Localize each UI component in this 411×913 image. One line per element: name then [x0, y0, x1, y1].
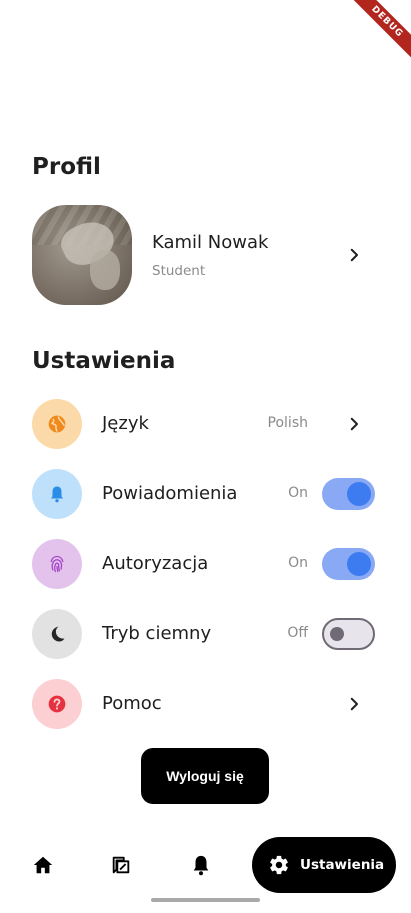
setting-row-authorization: Autoryzacja On: [32, 539, 380, 589]
help-icon: [32, 679, 82, 729]
dark-mode-toggle[interactable]: [322, 618, 375, 650]
setting-label-notifications: Powiadomienia: [102, 483, 238, 504]
authorization-toggle[interactable]: [322, 548, 375, 580]
nav-settings-tab[interactable]: Ustawienia: [252, 837, 396, 893]
setting-value-authorization: On: [288, 555, 308, 571]
setting-value-language: Polish: [267, 415, 308, 431]
setting-value-notifications: On: [288, 485, 308, 501]
logout-button[interactable]: Wyloguj się: [141, 748, 269, 804]
home-icon[interactable]: [32, 854, 54, 876]
globe-icon: [32, 399, 82, 449]
setting-value-dark-mode: Off: [287, 625, 308, 641]
settings-gear-icon: [270, 855, 288, 875]
setting-row-help[interactable]: Pomoc: [32, 679, 380, 729]
profile-card[interactable]: Kamil Nowak Student: [32, 205, 380, 305]
chevron-right-icon[interactable]: [345, 695, 363, 713]
moon-icon: [32, 609, 82, 659]
notifications-toggle[interactable]: [322, 478, 375, 510]
fingerprint-icon: [32, 539, 82, 589]
bell-icon: [32, 469, 82, 519]
avatar: [32, 205, 132, 305]
chevron-right-icon[interactable]: [345, 246, 363, 264]
setting-row-dark-mode: Tryb ciemny Off: [32, 609, 380, 659]
debug-banner: DEBUG: [341, 0, 411, 70]
bottom-navigation: Ustawienia: [0, 830, 411, 900]
settings-section-title: Ustawienia: [32, 348, 176, 374]
debug-banner-label: DEBUG: [345, 0, 411, 64]
home-indicator: [151, 898, 260, 902]
nav-settings-label: Ustawienia: [300, 857, 385, 873]
setting-label-help: Pomoc: [102, 693, 162, 714]
setting-label-dark-mode: Tryb ciemny: [102, 623, 212, 644]
notifications-icon[interactable]: [190, 854, 212, 876]
setting-label-authorization: Autoryzacja: [102, 553, 209, 574]
profile-section-title: Profil: [32, 154, 101, 180]
setting-label-language: Język: [102, 413, 149, 434]
setting-row-language[interactable]: Język Polish: [32, 399, 380, 449]
setting-row-notifications: Powiadomienia On: [32, 469, 380, 519]
profile-name: Kamil Nowak: [152, 232, 269, 253]
book-icon[interactable]: [110, 854, 132, 876]
profile-role: Student: [152, 263, 206, 279]
chevron-right-icon[interactable]: [345, 415, 363, 433]
